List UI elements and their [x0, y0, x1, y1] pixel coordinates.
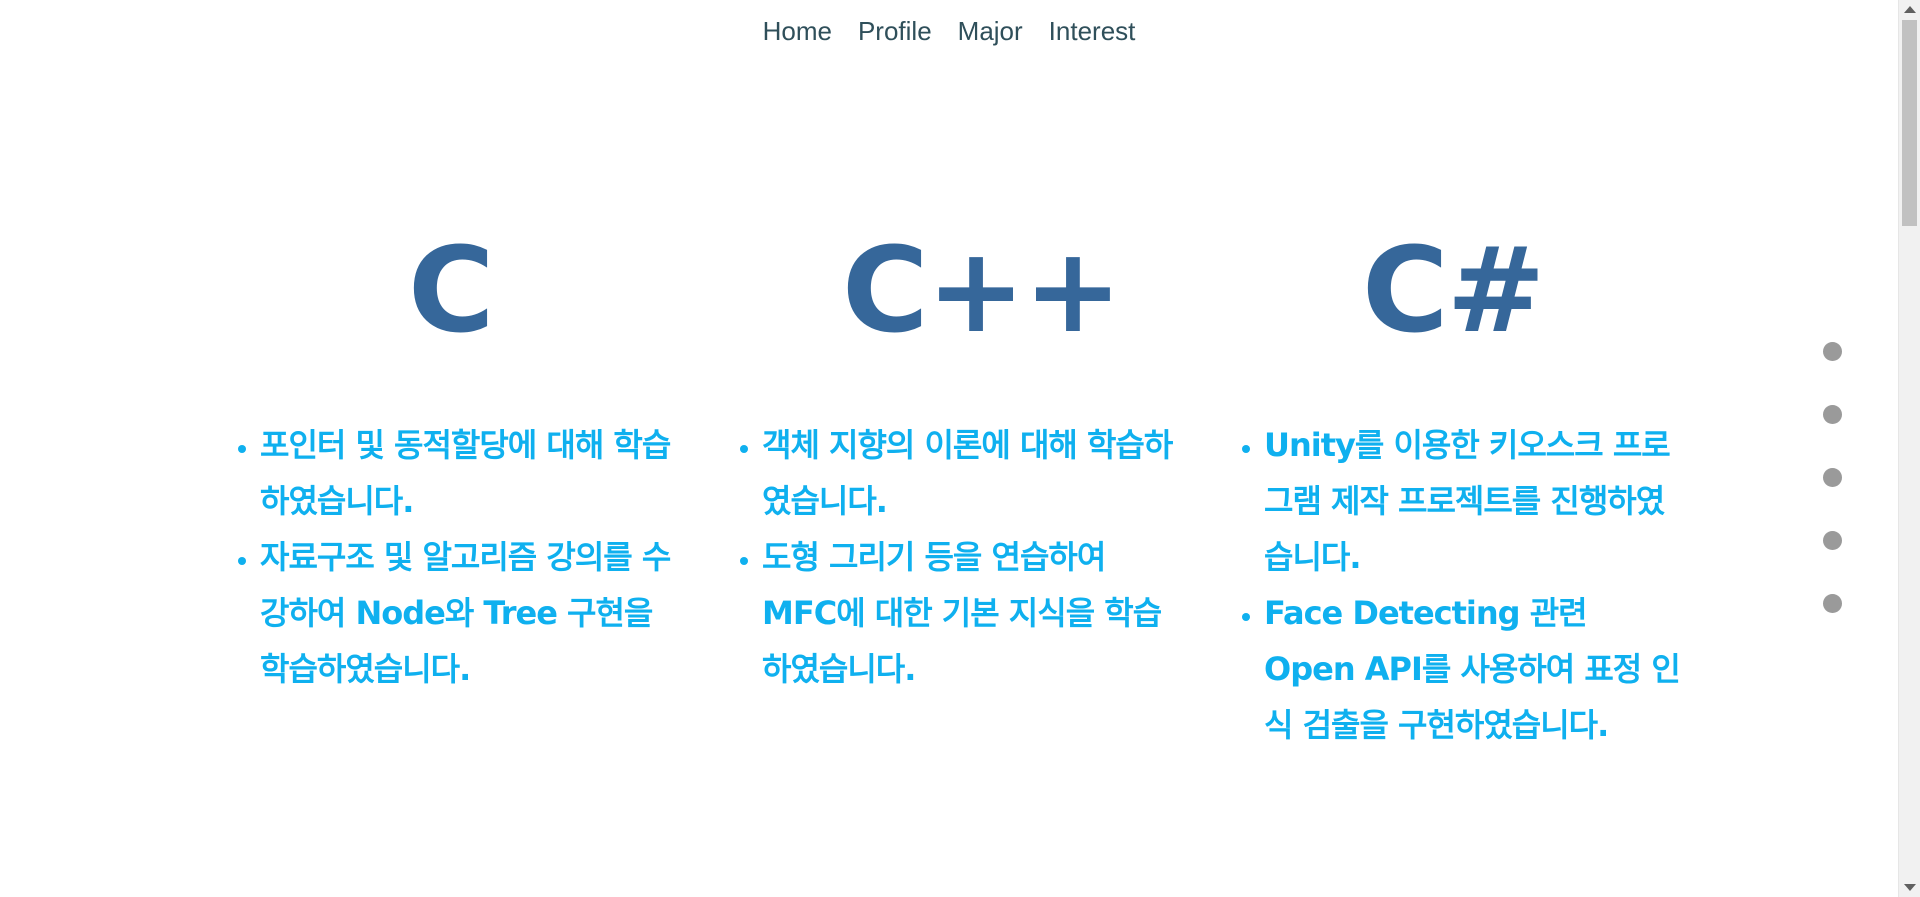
vertical-scrollbar[interactable]	[1898, 0, 1920, 897]
section-title-c: C	[408, 221, 495, 359]
nav-link-profile[interactable]: Profile	[858, 16, 932, 47]
list-item: 객체 지향의 이론에 대해 학습하였습니다.	[762, 417, 1182, 529]
section-list-csharp: Unity를 이용한 키오스크 프로그램 제작 프로젝트를 진행하였습니다. F…	[1224, 417, 1684, 753]
list-item: Unity를 이용한 키오스크 프로그램 제작 프로젝트를 진행하였습니다.	[1264, 417, 1684, 585]
section-list-c: 포인터 및 동적할당에 대해 학습하였습니다. 자료구조 및 알고리즘 강의를 …	[220, 417, 680, 697]
section-dot-4[interactable]	[1823, 531, 1842, 550]
list-item: 자료구조 및 알고리즘 강의를 수강하여 Node와 Tree 구현을 학습하였…	[260, 529, 680, 697]
list-item: Face Detecting 관련 Open API를 사용하여 표정 인식 검…	[1264, 585, 1684, 753]
nav-link-interest[interactable]: Interest	[1049, 16, 1136, 47]
list-item: 포인터 및 동적할당에 대해 학습하였습니다.	[260, 417, 680, 529]
section-cpp: C++ 객체 지향의 이론에 대해 학습하였습니다. 도형 그리기 등을 연습하…	[722, 225, 1182, 697]
section-dot-2[interactable]	[1823, 405, 1842, 424]
section-title-csharp: C#	[1362, 221, 1545, 359]
scroll-up-icon[interactable]	[1904, 6, 1916, 13]
section-dot-1[interactable]	[1823, 342, 1842, 361]
section-dot-5[interactable]	[1823, 594, 1842, 613]
scrollbar-thumb[interactable]	[1902, 20, 1917, 226]
section-dot-nav	[1823, 342, 1842, 613]
section-dot-3[interactable]	[1823, 468, 1842, 487]
section-c: C 포인터 및 동적할당에 대해 학습하였습니다. 자료구조 및 알고리즘 강의…	[220, 225, 680, 697]
nav-link-home[interactable]: Home	[763, 16, 832, 47]
nav-link-major[interactable]: Major	[958, 16, 1023, 47]
section-list-cpp: 객체 지향의 이론에 대해 학습하였습니다. 도형 그리기 등을 연습하여 MF…	[722, 417, 1182, 697]
section-title-cpp: C++	[842, 221, 1122, 359]
top-nav: Home Profile Major Interest	[0, 16, 1898, 47]
page: Home Profile Major Interest C 포인터 및 동적할당…	[0, 0, 1920, 897]
scroll-down-icon[interactable]	[1904, 884, 1916, 891]
section-csharp: C# Unity를 이용한 키오스크 프로그램 제작 프로젝트를 진행하였습니다…	[1224, 225, 1684, 753]
list-item: 도형 그리기 등을 연습하여 MFC에 대한 기본 지식을 학습하였습니다.	[762, 529, 1182, 697]
